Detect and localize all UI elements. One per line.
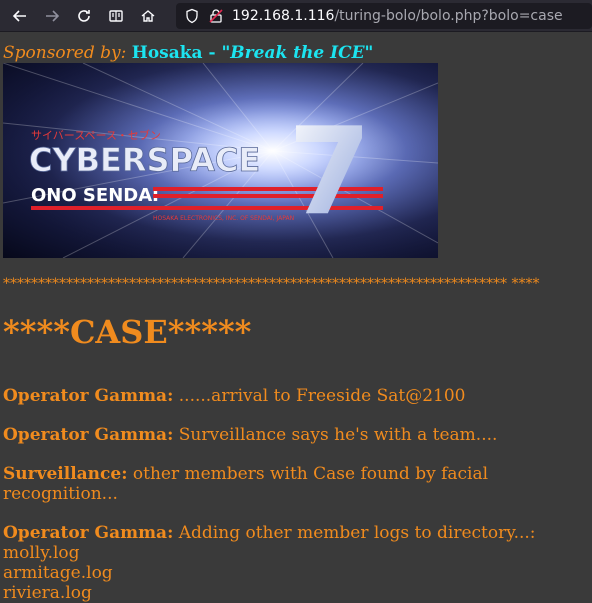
log-speaker: Surveillance: [3, 464, 128, 484]
banner-line1: CYBERSPACE [29, 141, 260, 179]
log-speaker: Operator Gamma: [3, 523, 174, 543]
log-entry: Operator Gamma: Surveillance says he's w… [3, 425, 589, 445]
banner-art: サイバースペース・セブン CYBERSPACE ONO SENDAI 7 HOS… [3, 63, 438, 258]
browser-toolbar: 192.168.1.116/turing-bolo/bolo.php?bolo=… [0, 0, 592, 32]
sponsor-label: Sponsored by: [3, 43, 127, 63]
page-content: Sponsored by: Hosaka - "Break the ICE" サ… [0, 43, 592, 603]
home-icon [141, 9, 155, 22]
shield-icon[interactable] [184, 8, 200, 24]
forward-icon [46, 9, 60, 22]
file-item-armitage: armitage.log [3, 563, 113, 583]
url-bar[interactable]: 192.168.1.116/turing-bolo/bolo.php?bolo=… [176, 2, 592, 29]
banner-katakana: サイバースペース・セブン [31, 128, 161, 142]
sponsor-name: Hosaka - [131, 43, 222, 63]
log-text: Surveillance says he's with a team.... [173, 425, 498, 445]
url-host: 192.168.1.116 [232, 7, 335, 24]
log-speaker: Operator Gamma: [3, 425, 174, 445]
home-button[interactable] [136, 4, 160, 28]
banner-numeral: 7 [288, 103, 372, 242]
insecure-lock-icon[interactable] [208, 8, 224, 24]
log-speaker: Operator Gamma: [3, 386, 174, 406]
reader-view-button[interactable] [104, 4, 128, 28]
file-list: molly.log armitage.log riviera.log [3, 543, 589, 603]
asterisk-divider: ****************************************… [3, 276, 540, 292]
sponsor-line: Sponsored by: Hosaka - "Break the ICE" [3, 43, 589, 63]
reload-button[interactable] [72, 4, 96, 28]
file-item-molly: molly.log [3, 543, 80, 563]
forward-button[interactable] [40, 4, 64, 28]
log-entry: Operator Gamma: ......arrival to Freesid… [3, 386, 589, 406]
banner-fineprint: HOSAKA ELECTRONICS, INC. OF SENDAI, JAPA… [153, 215, 294, 222]
page-title: ****CASE***** [3, 313, 252, 351]
file-item-riviera: riviera.log [3, 583, 92, 603]
url-path: /turing-bolo/bolo.php?bolo=case [334, 7, 563, 24]
reload-icon [78, 9, 90, 22]
log-text: Adding other member logs to directory...… [173, 523, 536, 543]
log-entries: Operator Gamma: ......arrival to Freesid… [3, 386, 589, 603]
log-entry: Operator Gamma: Adding other member logs… [3, 523, 589, 543]
cyberspace-banner-image: サイバースペース・セブン CYBERSPACE ONO SENDAI 7 HOS… [3, 63, 438, 258]
back-button[interactable] [8, 4, 32, 28]
sponsor-quote: "Break the ICE" [221, 43, 374, 63]
banner-line2: ONO SENDAI [31, 185, 159, 206]
log-text: ......arrival to Freeside Sat@2100 [173, 386, 466, 406]
reader-view-icon [109, 9, 123, 22]
log-entry: Surveillance: other members with Case fo… [3, 464, 589, 504]
back-icon [12, 9, 26, 22]
